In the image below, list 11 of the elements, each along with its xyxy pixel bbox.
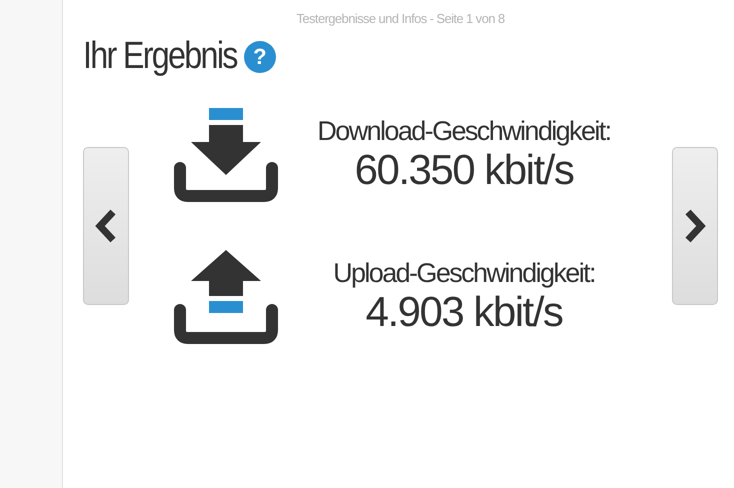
help-icon[interactable]: ?	[244, 40, 276, 72]
result-label: Upload-Geschwindigkeit:	[333, 258, 595, 290]
download-icon	[173, 108, 279, 202]
result-value: 60.350 kbit/s	[354, 147, 574, 194]
previous-button[interactable]	[83, 147, 129, 305]
next-button[interactable]	[672, 147, 718, 305]
result-label: Download-Geschwindigkeit:	[317, 116, 611, 148]
result-value: 4.903 kbit/s	[366, 289, 562, 336]
upload-icon	[173, 250, 279, 344]
page-indicator: Testergebnisse und Infos - Seite 1 von 8	[296, 11, 504, 27]
page-title: Ihr Ergebnis	[83, 35, 237, 78]
